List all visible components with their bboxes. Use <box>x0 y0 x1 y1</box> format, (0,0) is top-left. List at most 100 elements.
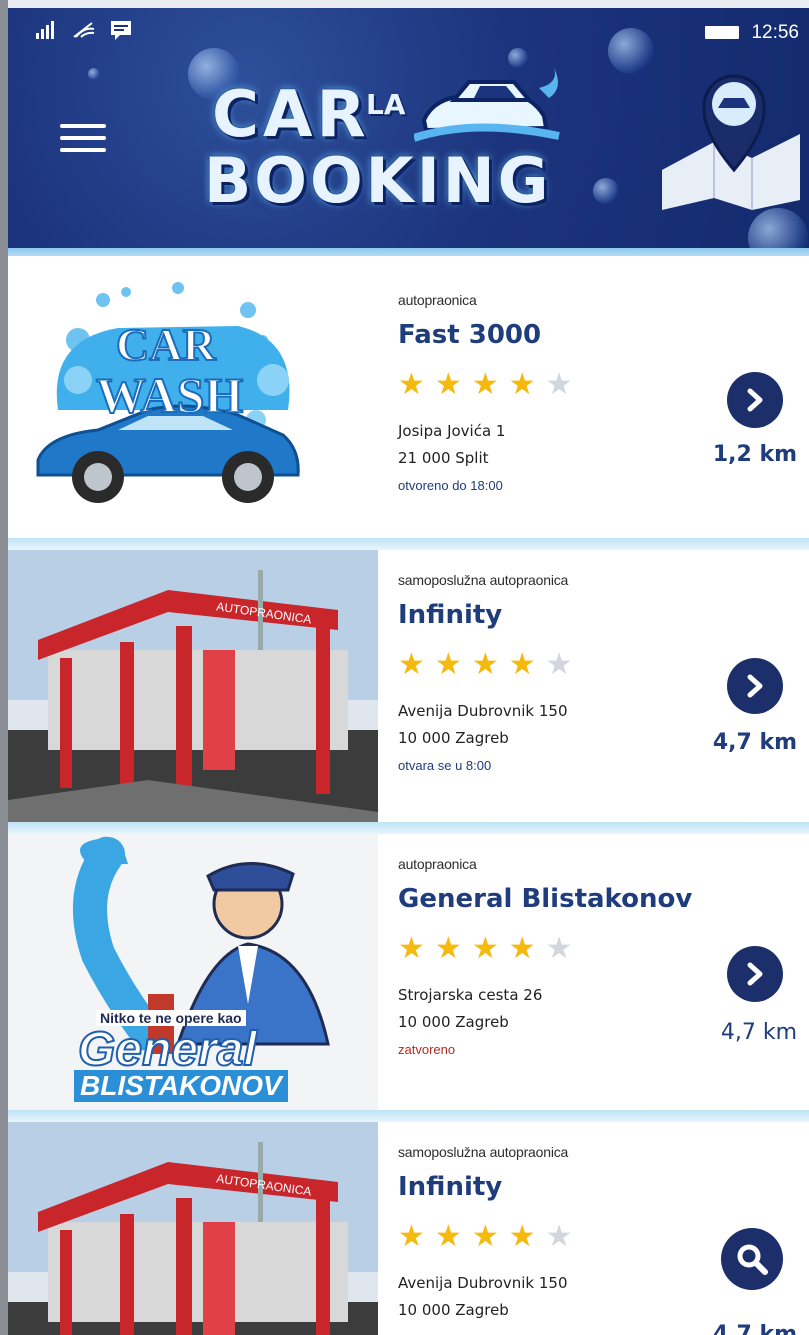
address-street: Avenija Dubrovnik 150 <box>398 1274 568 1292</box>
star-icon: ★ <box>434 648 462 681</box>
app-header: 12:56 CAR LA BOOKING <box>8 8 809 256</box>
listing-name[interactable]: Fast 3000 <box>398 320 541 350</box>
star-icon: ★ <box>398 932 425 965</box>
listing-category: samoposlužna autopraonica <box>398 1144 569 1160</box>
star-icon: ★ <box>471 932 499 965</box>
window-top-edge <box>0 0 809 8</box>
listing-category: samoposlužna autopraonica <box>398 572 569 588</box>
logo-line-booking: BOOKING <box>204 144 552 217</box>
map-pin-icon[interactable] <box>654 60 804 210</box>
listing-address: Josipa Jovića 1 21 000 Split <box>398 418 505 472</box>
thumb-logo-line1: CAR <box>115 318 217 371</box>
battery-icon <box>705 26 739 39</box>
list-separator <box>8 538 809 550</box>
decorative-bubble <box>508 48 528 68</box>
listing-name[interactable]: General Blistakonov <box>398 884 692 914</box>
address-street: Avenija Dubrovnik 150 <box>398 702 568 720</box>
list-separator <box>8 1110 809 1122</box>
car-splash-icon <box>414 68 560 142</box>
listing-thumbnail: AUTOPRAONICA <box>8 550 378 822</box>
window-left-edge <box>0 0 8 1335</box>
star-icon: ★ <box>508 1220 536 1253</box>
status-icons <box>36 20 132 40</box>
wifi-icon <box>73 22 95 38</box>
listing-thumbnail: Nitko te ne opere kao General BLISTAKONO… <box>8 834 378 1110</box>
listing-info: samoposlužna autopraonica Infinity ★ ★ ★ ★ ★… <box>398 550 698 822</box>
star-icon: ★ <box>508 932 536 965</box>
open-details-button[interactable] <box>727 946 783 1002</box>
open-details-button[interactable] <box>727 372 783 428</box>
listing-category: autopraonica <box>398 856 477 872</box>
hamburger-menu-icon[interactable] <box>60 118 108 158</box>
address-city: 10 000 Zagreb <box>398 1301 509 1319</box>
list-item[interactable]: Nitko te ne opere kao General BLISTAKONO… <box>8 834 809 1110</box>
star-icon: ★ <box>398 368 425 401</box>
star-empty-icon: ★ <box>545 932 573 965</box>
listing-distance: 4,7 km <box>712 1322 797 1335</box>
listing-name[interactable]: Infinity <box>398 600 502 630</box>
header-wave <box>8 248 809 256</box>
star-empty-icon: ★ <box>545 648 573 681</box>
star-icon: ★ <box>471 368 499 401</box>
listing-name[interactable]: Infinity <box>398 1172 502 1202</box>
decorative-bubble <box>593 178 619 204</box>
star-icon: ★ <box>508 648 536 681</box>
search-button[interactable] <box>721 1228 783 1290</box>
listing-address: Avenija Dubrovnik 150 10 000 Zagreb <box>398 1270 568 1324</box>
listing-thumbnail: CAR WASH <box>8 270 378 538</box>
rating-stars: ★ ★ ★ ★ ★ <box>398 934 573 964</box>
listing-info: autopraonica Fast 3000 ★ ★ ★ ★ ★ Josipa Jovi… <box>398 270 698 538</box>
address-street: Josipa Jovića 1 <box>398 422 506 440</box>
listing-info: samoposlužna autopraonica Infinity ★ ★ ★ ★ ★… <box>398 1122 698 1335</box>
list-item[interactable]: AUTOPRAONICA samoposlužna autopraonica I… <box>8 550 809 822</box>
thumb-logo-line1: General <box>77 1022 258 1077</box>
star-icon: ★ <box>508 368 536 401</box>
logo-line-la: LA <box>366 88 406 121</box>
star-icon: ★ <box>471 648 499 681</box>
chevron-right-icon <box>747 674 763 698</box>
listing-distance: 4,7 km <box>720 1020 797 1045</box>
logo-line-car: CAR <box>212 78 370 152</box>
star-icon: ★ <box>434 1220 462 1253</box>
listing-address: Avenija Dubrovnik 150 10 000 Zagreb <box>398 698 568 752</box>
listing-hours: otvara se u 8:00 <box>398 758 492 773</box>
list-item[interactable]: AUTOPRAONICA samoposlužna autopraonica I… <box>8 1122 809 1335</box>
listing-hours: otvoreno do 18:00 <box>398 478 503 493</box>
star-icon: ★ <box>434 368 462 401</box>
rating-stars: ★ ★ ★ ★ ★ <box>398 1222 573 1252</box>
thumb-logo-line2: BLISTAKONOV <box>74 1070 288 1102</box>
chevron-right-icon <box>747 962 763 986</box>
list-separator <box>8 822 809 834</box>
listing-distance: 1,2 km <box>712 442 797 467</box>
car-wash-photo <box>8 550 378 822</box>
address-street: Strojarska cesta 26 <box>398 986 543 1004</box>
star-empty-icon: ★ <box>545 368 573 401</box>
star-empty-icon: ★ <box>545 1220 573 1253</box>
thumb-logo-line2: WASH <box>95 366 244 424</box>
rating-stars: ★ ★ ★ ★ ★ <box>398 650 573 680</box>
listing-address: Strojarska cesta 26 10 000 Zagreb <box>398 982 542 1036</box>
listing-info: autopraonica General Blistakonov ★ ★ ★ ★ ★ S… <box>398 834 698 1110</box>
open-details-button[interactable] <box>727 658 783 714</box>
star-icon: ★ <box>471 1220 499 1253</box>
list-item[interactable]: CAR WASH autopraonica Fast 3000 ★ ★ ★ ★ ★ Jo… <box>8 270 809 538</box>
message-icon <box>111 21 131 40</box>
address-city: 10 000 Zagreb <box>398 729 509 747</box>
address-city: 10 000 Zagreb <box>398 1013 509 1031</box>
signal-icon <box>36 21 54 39</box>
status-time: 12:56 <box>751 22 799 43</box>
listing-category: autopraonica <box>398 292 477 308</box>
star-icon: ★ <box>434 932 462 965</box>
status-bar: 12:56 <box>36 20 809 48</box>
app-logo: CAR LA BOOKING <box>204 68 584 228</box>
chevron-right-icon <box>747 388 763 412</box>
listing-hours: zatvoreno <box>398 1042 456 1057</box>
star-icon: ★ <box>398 648 425 681</box>
address-city: 21 000 Split <box>398 449 489 467</box>
listing-distance: 4,7 km <box>712 730 797 755</box>
rating-stars: ★ ★ ★ ★ ★ <box>398 370 573 400</box>
decorative-bubble <box>88 68 100 80</box>
car-wash-photo <box>8 1122 378 1335</box>
listing-thumbnail: AUTOPRAONICA <box>8 1122 378 1335</box>
search-icon <box>737 1244 768 1275</box>
